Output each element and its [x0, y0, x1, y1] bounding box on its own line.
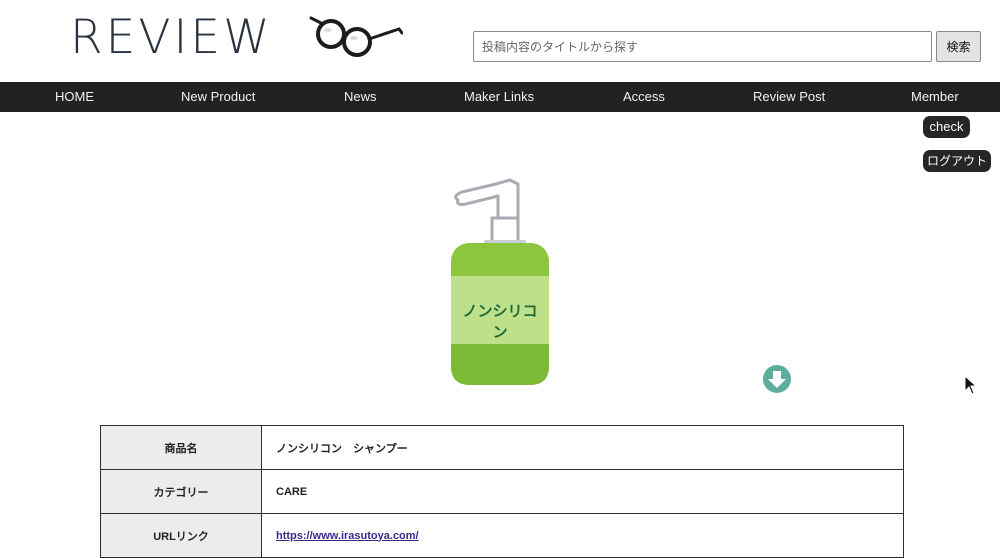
product-name-key: 商品名 — [100, 425, 262, 470]
table-row: 商品名 ノンシリコン シャンプー — [100, 425, 904, 470]
product-url-link[interactable]: https://www.irasutoya.com/ — [276, 530, 419, 542]
nav-news[interactable]: News — [344, 82, 377, 112]
download-arrow-icon[interactable] — [763, 365, 791, 393]
main-nav: HOME New Product News Maker Links Access… — [0, 82, 1000, 112]
nav-maker-links[interactable]: Maker Links — [464, 82, 534, 112]
check-button[interactable]: check — [923, 116, 970, 138]
category-value: CARE — [261, 469, 904, 514]
search-button[interactable]: 検索 — [936, 31, 981, 62]
glasses-icon — [309, 16, 403, 57]
nav-review-post[interactable]: Review Post — [753, 82, 825, 112]
nav-new-product[interactable]: New Product — [181, 82, 255, 112]
nav-member[interactable]: Member — [911, 82, 959, 112]
nav-home[interactable]: HOME — [55, 82, 94, 112]
mouse-cursor-icon — [964, 375, 978, 395]
site-logo[interactable]: REVIEW — [70, 10, 273, 66]
search-input[interactable] — [473, 31, 932, 62]
logout-button[interactable]: ログアウト — [923, 150, 991, 172]
shampoo-bottle-image — [451, 178, 549, 385]
url-key: URLリンク — [100, 513, 262, 558]
nav-access[interactable]: Access — [623, 82, 665, 112]
category-key: カテゴリー — [100, 469, 262, 514]
bottle-label-text: ノンシリコン — [462, 303, 538, 341]
product-name-value: ノンシリコン シャンプー — [261, 425, 904, 470]
product-details-table: 商品名 ノンシリコン シャンプー カテゴリー CARE URLリンク https… — [100, 425, 904, 558]
table-row: カテゴリー CARE — [100, 469, 904, 514]
url-value-cell: https://www.irasutoya.com/ — [261, 513, 904, 558]
table-row: URLリンク https://www.irasutoya.com/ — [100, 513, 904, 558]
